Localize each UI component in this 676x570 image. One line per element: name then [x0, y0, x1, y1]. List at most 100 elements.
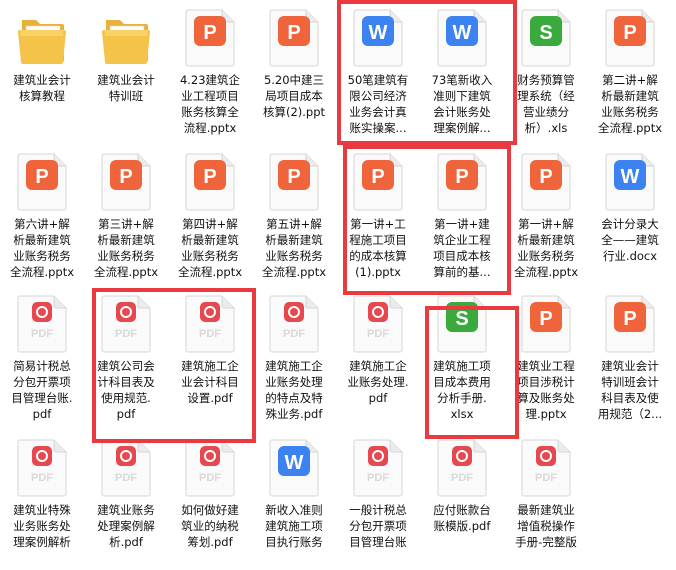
file-name-line: 应付账款台: [433, 503, 491, 517]
svg-text:PDF: PDF: [31, 328, 53, 340]
file-name-label: 会计分录大 全——建筑 行业.docx: [590, 216, 670, 282]
file-item[interactable]: 建筑业会计 核算教程: [0, 0, 84, 140]
file-name-line: 析最新建筑: [517, 233, 575, 247]
file-name-label: 73笔新收入 准则下建筑 会计账务处 理案例解...: [422, 72, 502, 138]
file-item[interactable]: P 建筑业会计 特训班会计 科目表及使 用规范（2...: [588, 286, 672, 426]
file-name-label: 如何做好建 筑业的纳税 筹划.pdf: [170, 502, 250, 568]
file-name-line: 限公司经济: [349, 89, 407, 103]
file-name-line: 的成本核算: [349, 249, 407, 263]
file-item[interactable]: PDF 建筑业账务 处理案例解 析.pdf: [84, 430, 168, 570]
file-item[interactable]: P 第三讲+解 析最新建筑 业账务税务 全流程.pptx: [84, 144, 168, 284]
file-item[interactable]: P 第五讲+解 析最新建筑 业账务税务 全流程.pptx: [252, 144, 336, 284]
file-item[interactable]: PDF 应付账款台 账模版.pdf: [420, 430, 504, 570]
svg-text:P: P: [539, 166, 552, 188]
file-item[interactable]: S 财务预算管 理系统（经 营业绩分 析）.xls: [504, 0, 588, 140]
pptx-file-icon: P: [264, 6, 324, 70]
file-name-line: 业务会计真: [349, 105, 407, 119]
file-item[interactable]: PDF 建筑施工企 业会计科目 设置.pdf: [168, 286, 252, 426]
file-item[interactable]: P 第六讲+解 析最新建筑 业账务税务 全流程.pptx: [0, 144, 84, 284]
svg-text:P: P: [287, 22, 300, 44]
file-item[interactable]: PDF 简易计税总 分包开票项 目管理台账. pdf: [0, 286, 84, 426]
file-name-line: 流程.pptx: [183, 121, 237, 135]
svg-text:P: P: [287, 166, 300, 188]
file-item[interactable]: W 50笔建筑有 限公司经济 业务会计真 账实操案...: [336, 0, 420, 140]
file-item[interactable]: P 第一讲+工 程施工项目 的成本核算 (1).pptx: [336, 144, 420, 284]
file-item[interactable]: PDF 建筑公司会 计科目表及 使用规范. pdf: [84, 286, 168, 426]
file-name-line: 析最新建筑: [181, 233, 239, 247]
file-name-line: 会计账务处: [433, 105, 491, 119]
file-name-line: 第六讲+解: [14, 217, 70, 231]
file-explorer-grid: 建筑业会计 核算教程 建筑业会计 特训班 P 4.23建筑企 业工程项目 账务核算全 流程…: [0, 0, 676, 559]
file-name-label: 建筑施工项 目成本费用 分析手册. xlsx: [422, 358, 502, 424]
file-name-line: 科目表及使: [601, 391, 659, 405]
svg-text:PDF: PDF: [115, 328, 137, 340]
file-name-label: 建筑业会计 特训班会计 科目表及使 用规范（2...: [590, 358, 670, 424]
svg-text:S: S: [455, 308, 468, 330]
file-name-label: 一般计税总 分包开票项 目管理台账: [338, 502, 418, 568]
svg-text:P: P: [35, 166, 48, 188]
file-name-line: 全流程.pptx: [177, 265, 243, 279]
file-item[interactable]: P 建筑业工程 项目涉税计 算及账务处 理.pptx: [504, 286, 588, 426]
file-name-line: 第一讲+解: [518, 217, 574, 231]
file-name-line: 全流程.pptx: [597, 121, 663, 135]
pptx-file-icon: P: [432, 150, 492, 214]
svg-text:P: P: [455, 166, 468, 188]
file-name-line: 算及账务处: [517, 391, 575, 405]
svg-text:P: P: [119, 166, 132, 188]
file-name-line: 会计分录大: [601, 217, 659, 231]
file-name-label: 建筑施工企 业账务处理. pdf: [338, 358, 418, 424]
svg-text:P: P: [539, 308, 552, 330]
file-name-line: 筑业的纳税: [181, 519, 239, 533]
file-name-line: 计科目表及: [97, 375, 155, 389]
svg-text:PDF: PDF: [283, 328, 305, 340]
file-item[interactable]: PDF 建筑施工企 业账务处理. pdf: [336, 286, 420, 426]
file-name-label: 建筑业特殊 业务账务处 理案例解析: [2, 502, 82, 568]
file-item[interactable]: PDF 建筑施工企 业账务处理 的特点及特 殊业务.pdf: [252, 286, 336, 426]
file-item[interactable]: PDF 建筑业特殊 业务账务处 理案例解析: [0, 430, 84, 570]
file-item[interactable]: P 第一讲+建 筑企业工程 项目成本核 算前的基...: [420, 144, 504, 284]
file-name-label: 4.23建筑企 业工程项目 账务核算全 流程.pptx: [170, 72, 250, 138]
docx-file-icon: W: [264, 436, 324, 500]
file-name-line: 增值税操作: [517, 519, 575, 533]
file-name-label: 财务预算管 理系统（经 营业绩分 析）.xls: [506, 72, 586, 138]
file-item[interactable]: W 新收入准则 建筑施工项 目执行账务: [252, 430, 336, 570]
file-name-label: 简易计税总 分包开票项 目管理台账. pdf: [2, 358, 82, 424]
file-name-line: 第一讲+工: [350, 217, 406, 231]
file-name-line: 业账务税务: [601, 105, 659, 119]
file-name-line: xlsx: [450, 407, 474, 421]
file-name-line: 建筑公司会: [97, 359, 155, 373]
svg-text:PDF: PDF: [367, 328, 389, 340]
file-item[interactable]: S 建筑施工项 目成本费用 分析手册. xlsx: [420, 286, 504, 426]
file-name-line: 如何做好建: [181, 503, 239, 517]
pptx-file-icon: P: [180, 6, 240, 70]
svg-text:S: S: [539, 22, 552, 44]
file-item[interactable]: PDF 如何做好建 筑业的纳税 筹划.pdf: [168, 430, 252, 570]
file-name-line: (1).pptx: [355, 265, 401, 279]
file-item[interactable]: PDF 最新建筑业 增值税操作 手册-完整版: [504, 430, 588, 570]
file-name-line: 建筑业会计: [13, 73, 71, 87]
file-item[interactable]: P 5.20中建三 局项目成本 核算(2).ppt: [252, 0, 336, 140]
file-name-line: 筑企业工程: [433, 233, 491, 247]
file-name-line: 建筑业会计: [97, 73, 155, 87]
file-item[interactable]: P 第一讲+解 析最新建筑 业账务税务 全流程.pptx: [504, 144, 588, 284]
file-item[interactable]: W 73笔新收入 准则下建筑 会计账务处 理案例解...: [420, 0, 504, 140]
file-name-line: pdf: [368, 391, 388, 405]
file-name-label: 第三讲+解 析最新建筑 业账务税务 全流程.pptx: [86, 216, 166, 282]
file-item[interactable]: PDF 一般计税总 分包开票项 目管理台账: [336, 430, 420, 570]
file-name-line: 析）.xls: [524, 121, 568, 135]
pptx-file-icon: P: [600, 292, 660, 356]
file-item[interactable]: 建筑业会计 特训班: [84, 0, 168, 140]
file-item[interactable]: P 第二讲+解 析最新建筑 业账务税务 全流程.pptx: [588, 0, 672, 140]
file-item[interactable]: P 4.23建筑企 业工程项目 账务核算全 流程.pptx: [168, 0, 252, 140]
file-name-line: 理案例解析: [13, 535, 71, 549]
svg-text:W: W: [369, 22, 388, 44]
file-name-label: 建筑施工企 业会计科目 设置.pdf: [170, 358, 250, 424]
file-name-line: 业会计科目: [181, 375, 239, 389]
file-name-line: 的特点及特: [265, 391, 323, 405]
pptx-file-icon: P: [348, 150, 408, 214]
file-item[interactable]: W 会计分录大 全——建筑 行业.docx: [588, 144, 672, 284]
file-name-line: 财务预算管: [517, 73, 575, 87]
file-item[interactable]: P 第四讲+解 析最新建筑 业账务税务 全流程.pptx: [168, 144, 252, 284]
file-name-line: 建筑施工企: [349, 359, 407, 373]
file-name-label: 第二讲+解 析最新建筑 业账务税务 全流程.pptx: [590, 72, 670, 138]
